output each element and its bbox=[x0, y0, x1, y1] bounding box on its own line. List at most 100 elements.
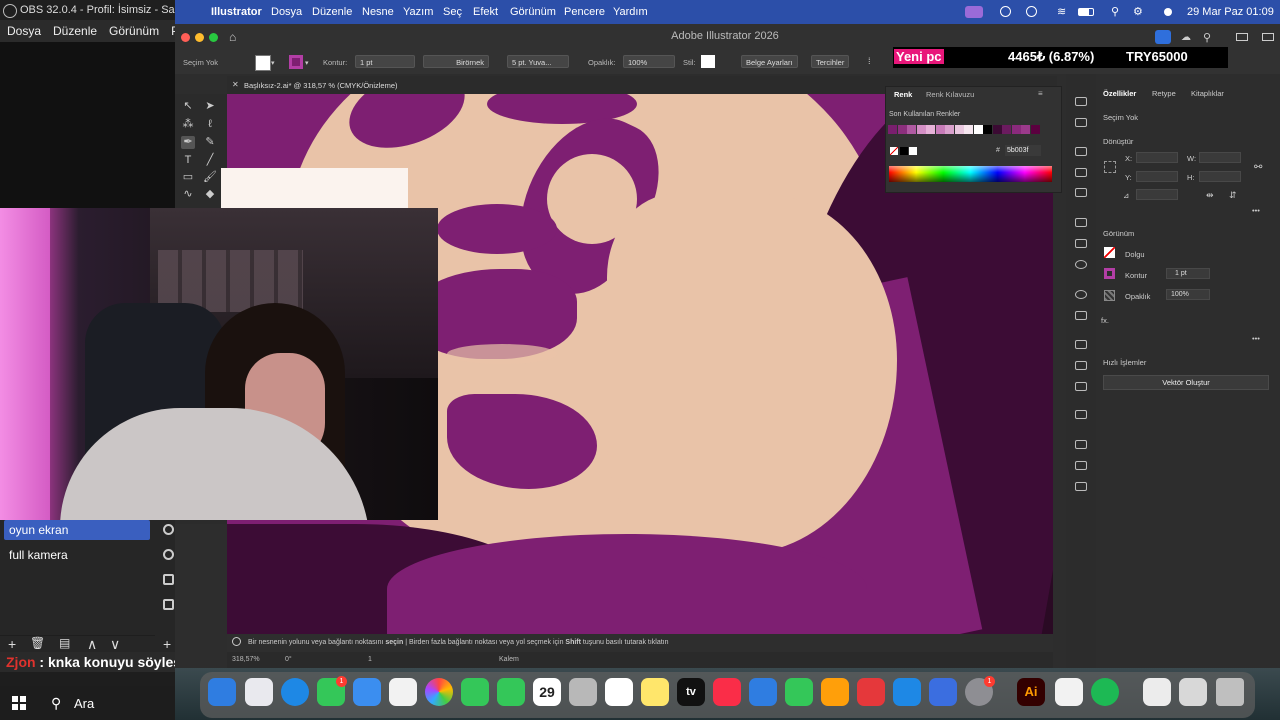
eraser-tool-icon[interactable]: ◆ bbox=[203, 188, 217, 201]
preferences-button[interactable]: Tercihler bbox=[811, 55, 850, 68]
panel-icon[interactable] bbox=[1075, 97, 1087, 106]
color-spectrum[interactable] bbox=[889, 166, 1052, 182]
app-icon[interactable] bbox=[1055, 678, 1083, 706]
chevron-down-icon[interactable]: ▾ bbox=[305, 59, 309, 67]
phone-icon[interactable] bbox=[497, 678, 525, 706]
menu-sec[interactable]: Seç bbox=[443, 6, 462, 18]
more-options-icon[interactable]: ••• bbox=[1252, 206, 1260, 215]
chevron-down-icon[interactable]: ▾ bbox=[271, 59, 275, 67]
recent-color-swatch[interactable] bbox=[1021, 125, 1030, 134]
trash-icon[interactable] bbox=[1216, 678, 1244, 706]
recent-color-swatch[interactable] bbox=[935, 125, 945, 134]
obs-menu-p[interactable]: P bbox=[164, 20, 175, 38]
keynote-icon[interactable] bbox=[749, 678, 777, 706]
workspace-icon[interactable] bbox=[1236, 33, 1248, 41]
home-icon[interactable]: ⌂ bbox=[229, 30, 236, 44]
move-down-button[interactable]: ∨ bbox=[110, 636, 120, 653]
visibility-icon[interactable] bbox=[163, 524, 174, 535]
recent-color-swatch[interactable] bbox=[964, 125, 973, 134]
pages-icon[interactable] bbox=[821, 678, 849, 706]
recent-color-swatch[interactable] bbox=[916, 125, 926, 134]
menu-yardim[interactable]: Yardım bbox=[613, 6, 648, 18]
recent-color-swatch[interactable] bbox=[973, 125, 983, 134]
visibility-icon[interactable] bbox=[163, 549, 174, 560]
menubar-clock[interactable]: 29 Mar Paz 01:09 bbox=[1187, 6, 1274, 18]
menu-app[interactable]: Illustrator bbox=[211, 6, 262, 18]
panel-icon[interactable] bbox=[1075, 218, 1087, 227]
white-swatch[interactable] bbox=[909, 147, 917, 155]
stroke-swatch[interactable] bbox=[1104, 268, 1115, 279]
menu-yazim[interactable]: Yazım bbox=[403, 6, 433, 18]
style-swatch[interactable] bbox=[701, 55, 715, 68]
panel-icon[interactable] bbox=[1075, 361, 1087, 370]
status-icon[interactable] bbox=[1000, 6, 1011, 17]
panel-icon[interactable] bbox=[1075, 482, 1087, 491]
window-icon[interactable] bbox=[1179, 678, 1207, 706]
rectangle-tool-icon[interactable]: ▭ bbox=[181, 171, 195, 184]
preview-icon[interactable] bbox=[929, 678, 957, 706]
panel-icon[interactable] bbox=[1075, 440, 1087, 449]
align-icon[interactable]: ⁞ bbox=[868, 56, 871, 66]
add-source-button[interactable]: + bbox=[163, 636, 171, 652]
opacity-label[interactable]: Opaklık bbox=[1125, 292, 1150, 301]
flip-horizontal-icon[interactable]: ⇹ bbox=[1206, 190, 1214, 201]
recent-color-swatch[interactable] bbox=[1002, 125, 1011, 134]
taskbar-search-label[interactable]: Ara bbox=[74, 696, 94, 711]
fill-swatch[interactable] bbox=[1104, 247, 1115, 258]
mail-icon[interactable] bbox=[353, 678, 381, 706]
lasso-tool-icon[interactable]: ℓ bbox=[203, 118, 217, 131]
obs-menu-gorunum[interactable]: Görünüm bbox=[102, 20, 164, 38]
layout-icon[interactable] bbox=[1262, 33, 1274, 41]
appstore-icon[interactable] bbox=[893, 678, 921, 706]
hex-input[interactable]: 5b003f bbox=[1005, 145, 1041, 156]
panel-icon[interactable] bbox=[1075, 239, 1087, 248]
stroke-swatch[interactable] bbox=[289, 55, 303, 69]
battery-icon[interactable] bbox=[1078, 8, 1094, 16]
status-icon[interactable] bbox=[1026, 6, 1037, 17]
obs-menu-duzenle[interactable]: Düzenle bbox=[46, 20, 102, 38]
shaper-tool-icon[interactable]: ∿ bbox=[181, 188, 195, 201]
document-icon[interactable] bbox=[1143, 678, 1171, 706]
w-field[interactable] bbox=[1199, 152, 1241, 163]
document-setup-button[interactable]: Belge Ayarları bbox=[741, 55, 798, 68]
source-icon[interactable] bbox=[163, 599, 174, 610]
contacts-icon[interactable] bbox=[569, 678, 597, 706]
fx-icon[interactable]: fx. bbox=[1101, 316, 1109, 325]
selection-tool-icon[interactable]: ➤ bbox=[203, 100, 217, 113]
close-window-icon[interactable] bbox=[181, 33, 190, 42]
panel-icon[interactable] bbox=[1075, 461, 1087, 470]
menu-gorunum[interactable]: Görünüm bbox=[510, 6, 556, 18]
opacity-field[interactable]: 100% bbox=[1166, 289, 1210, 300]
spotify-icon[interactable] bbox=[1091, 678, 1119, 706]
comment-icon[interactable] bbox=[1075, 410, 1087, 419]
pen-tool-icon[interactable]: ✒ bbox=[181, 136, 195, 149]
illustrator-icon[interactable]: Ai bbox=[1017, 678, 1045, 706]
photos-icon[interactable] bbox=[425, 678, 453, 706]
flip-vertical-icon[interactable]: ⇵ bbox=[1229, 190, 1237, 201]
menu-nesne[interactable]: Nesne bbox=[362, 6, 394, 18]
numbers-icon[interactable] bbox=[785, 678, 813, 706]
tab-renk-kilavuzu[interactable]: Renk Kılavuzu bbox=[926, 90, 974, 99]
menu-duzenle[interactable]: Düzenle bbox=[312, 6, 352, 18]
stroke-weight-field[interactable]: 1 pt bbox=[355, 55, 415, 68]
direct-selection-tool-icon[interactable]: ↖ bbox=[181, 100, 195, 113]
scene-filter-button[interactable]: ▤ bbox=[59, 636, 70, 650]
menu-dosya[interactable]: Dosya bbox=[271, 6, 302, 18]
control-center-icon[interactable]: ⚙ bbox=[1133, 5, 1143, 18]
recent-color-swatch[interactable] bbox=[907, 125, 916, 134]
panel-icon[interactable] bbox=[1075, 118, 1087, 127]
recent-color-swatch[interactable] bbox=[992, 125, 1002, 134]
obs-menu-dosya[interactable]: Dosya bbox=[0, 20, 46, 38]
maps-icon[interactable] bbox=[389, 678, 417, 706]
move-up-button[interactable]: ∧ bbox=[87, 636, 97, 653]
recent-color-swatch[interactable] bbox=[888, 125, 897, 134]
x-field[interactable] bbox=[1136, 152, 1178, 163]
type-tool-icon[interactable]: T bbox=[181, 154, 195, 167]
remove-scene-button[interactable]: 🗑 bbox=[30, 636, 45, 650]
vectorize-button[interactable]: Vektör Oluştur bbox=[1103, 375, 1269, 390]
panel-icon[interactable] bbox=[1075, 311, 1087, 320]
recent-color-swatch[interactable] bbox=[954, 125, 964, 134]
stroke-label[interactable]: Kontur bbox=[1125, 271, 1147, 280]
curvature-tool-icon[interactable]: ✎ bbox=[203, 136, 217, 149]
screen-record-icon[interactable] bbox=[965, 6, 983, 18]
